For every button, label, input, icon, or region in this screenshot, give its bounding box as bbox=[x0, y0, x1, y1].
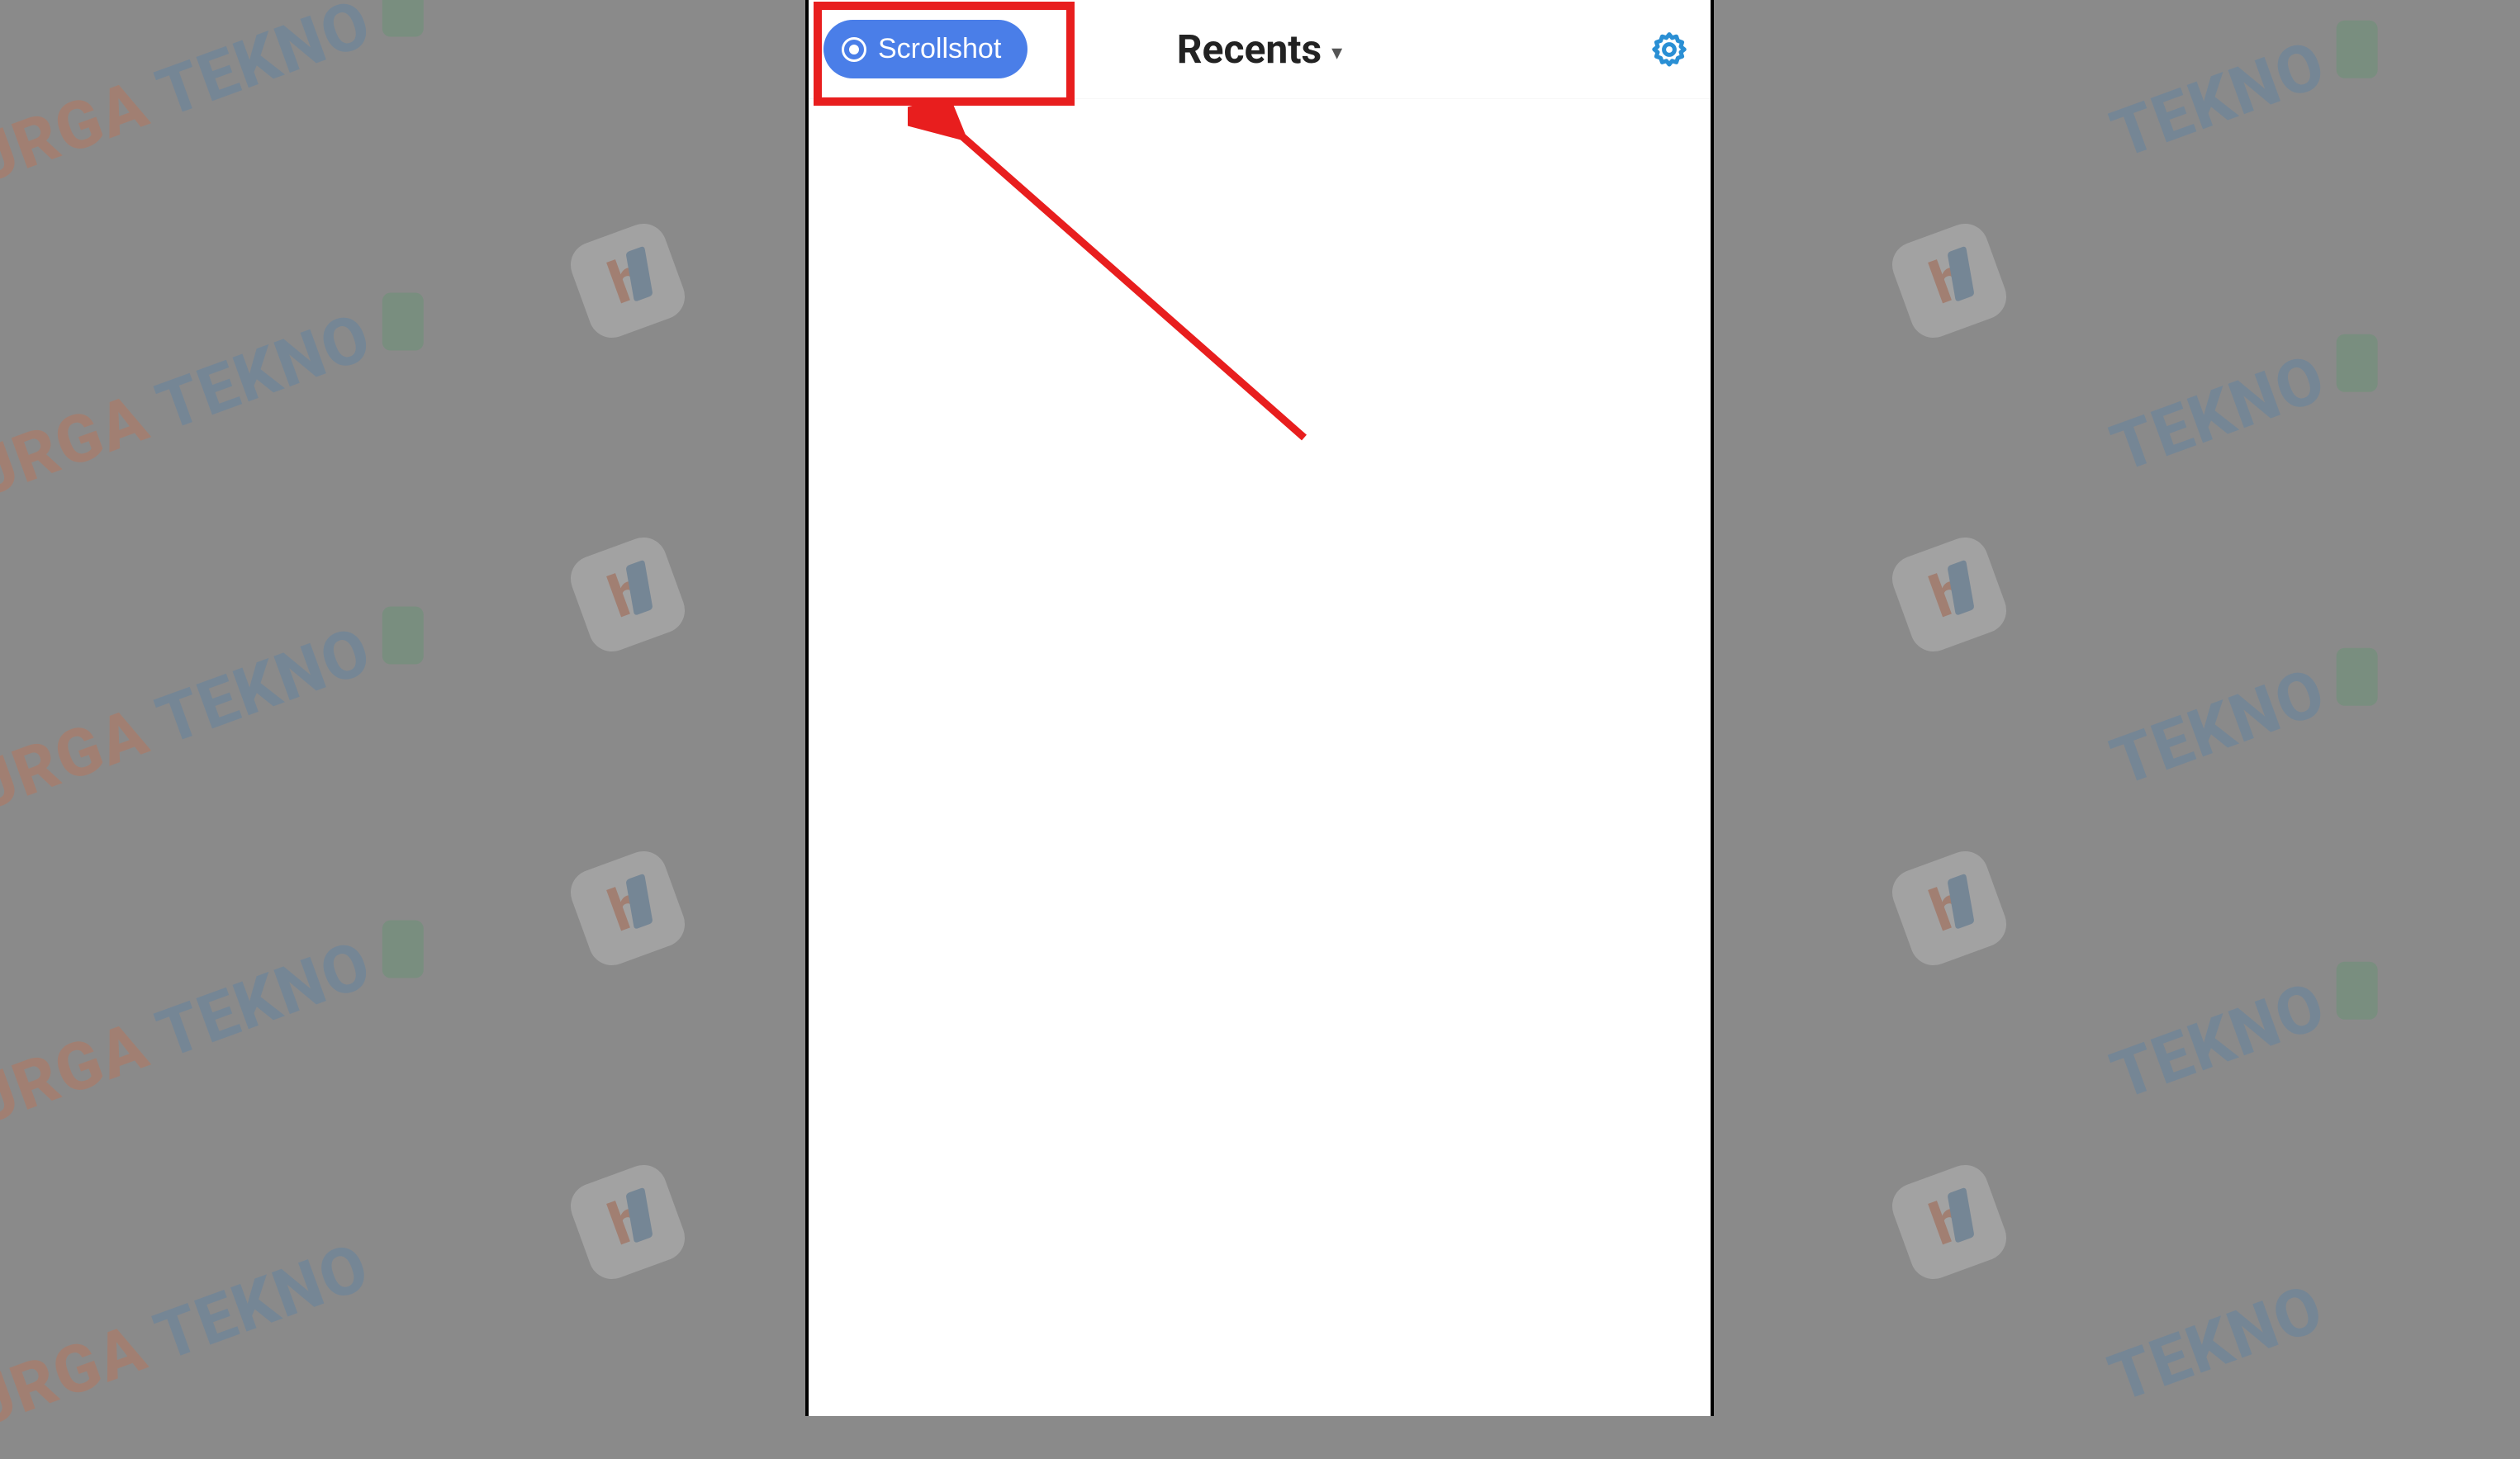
page-title: Recents bbox=[1177, 26, 1322, 73]
empty-content-area bbox=[809, 99, 1711, 1416]
scrollshot-button[interactable]: Scrollshot bbox=[823, 20, 1027, 78]
title-dropdown[interactable]: Recents ▾ bbox=[1177, 26, 1342, 73]
chevron-down-icon: ▾ bbox=[1331, 42, 1342, 64]
top-bar: Scrollshot Recents ▾ bbox=[809, 0, 1711, 99]
record-icon bbox=[842, 37, 866, 62]
scrollshot-label: Scrollshot bbox=[878, 33, 1001, 65]
app-frame: Scrollshot Recents ▾ bbox=[805, 0, 1714, 1416]
gear-icon bbox=[1649, 30, 1689, 69]
settings-button[interactable] bbox=[1648, 28, 1691, 71]
